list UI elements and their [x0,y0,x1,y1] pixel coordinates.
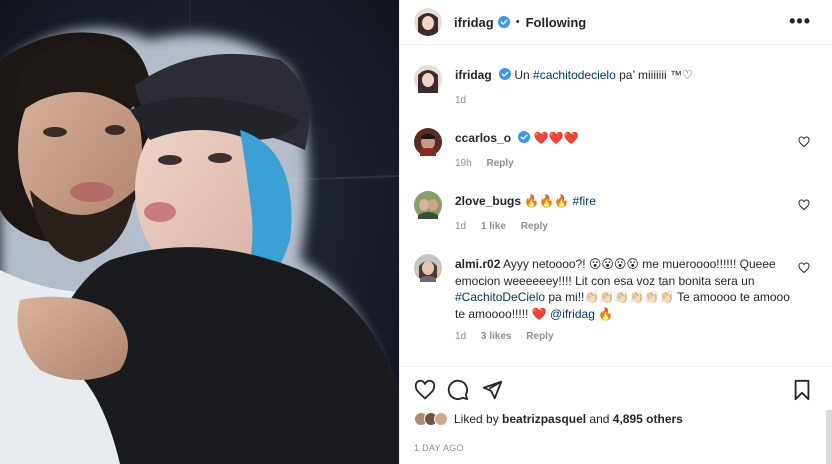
comment-likes[interactable]: 1 like [481,221,506,232]
comment-username[interactable]: ccarlos_o [455,131,511,145]
post-photo[interactable] [0,0,399,464]
comment-body-1: Ayyy netoooo?! 😮😮😮😮 me mueroooo!!!!!! Qu… [455,257,776,288]
caption-hashtag[interactable]: #cachitodecielo [533,68,616,82]
comment-text: almi.r02 Ayyy netoooo?! 😮😮😮😮 me mueroooo… [455,256,795,322]
comment-item: ccarlos_o ❤️❤️❤️ 19h Reply [414,128,824,173]
verified-badge-icon [499,68,512,80]
comment-meta: 19h Reply [455,158,526,169]
likes-summary: Liked by beatrizpasquel and 4,895 others [414,412,683,426]
header-separator: • [515,16,520,28]
comment-body-3: 🔥 [594,306,614,321]
caption-meta: 1d [455,95,478,106]
share-icon[interactable] [481,379,503,401]
comment-mention[interactable]: @ifridag [550,307,595,321]
comment-meta: 1d 3 likes Reply [455,331,566,342]
caption-avatar[interactable] [414,65,442,96]
liked-by-user[interactable]: beatrizpasquel [502,412,586,426]
author-avatar[interactable] [414,8,442,36]
comment-like-heart-icon[interactable] [798,262,810,274]
comment-like-heart-icon[interactable] [798,136,810,148]
comment-reply-button[interactable]: Reply [526,331,553,342]
comment-username[interactable]: 2love_bugs [455,194,521,208]
heart-icon[interactable] [414,379,436,401]
comment-likes[interactable]: 3 likes [481,331,512,342]
comment-like-heart-icon[interactable] [798,199,810,211]
comment-meta: 1d 1 like Reply [455,221,560,232]
post-timestamp: 1 DAY AGO [414,443,464,453]
comment-text: ccarlos_o ❤️❤️❤️ [455,130,795,146]
comment-hashtag[interactable]: #CachitoDeCielo [455,290,545,304]
instagram-post-view: ifridag • Following ••• ifridag Un #cach… [0,0,832,464]
comment-item: almi.r02 Ayyy netoooo?! 😮😮😮😮 me mueroooo… [414,254,824,354]
post-photo-illustration [0,0,399,464]
and-label: and [589,412,610,426]
post-details-panel: ifridag • Following ••• ifridag Un #cach… [399,0,832,464]
comment-avatar[interactable] [414,254,442,285]
panel-edge-scrollbar[interactable] [826,410,832,464]
likes-others[interactable]: 4,895 others [613,412,683,426]
bookmark-icon[interactable] [791,379,813,401]
post-actions-bar: Liked by beatrizpasquel and 4,895 others… [400,366,832,464]
comment-avatar[interactable] [414,191,442,222]
post-caption: ifridag Un #cachitodecielo pa’ miiiiiii … [414,65,824,110]
caption-time: 1d [455,95,467,106]
comment-username[interactable]: almi.r02 [455,257,500,271]
verified-badge-icon [518,131,531,143]
comment-reply-button[interactable]: Reply [486,158,513,169]
caption-text-pre: Un [514,68,534,82]
comment-time: 1d [455,331,467,342]
comment-reply-button[interactable]: Reply [521,221,548,232]
comment-item: 2love_bugs 🔥🔥🔥 #fire 1d 1 like Reply [414,191,824,236]
post-header: ifridag • Following ••• [400,0,832,45]
likes-text: Liked by beatrizpasquel and 4,895 others [454,412,683,426]
comment-avatar[interactable] [414,128,442,159]
comment-icon[interactable] [447,379,469,401]
more-options-icon[interactable]: ••• [789,12,811,30]
comment-body: ❤️❤️❤️ [533,131,579,145]
caption-username[interactable]: ifridag [455,68,492,82]
comment-time: 1d [455,221,467,232]
author-username[interactable]: ifridag [454,15,494,30]
verified-badge-icon [497,16,510,28]
comment-hashtag[interactable]: #fire [573,194,596,208]
caption-text: ifridag Un #cachitodecielo pa’ miiiiiii … [455,67,795,83]
following-button[interactable]: Following [526,15,587,30]
comment-body: 🔥🔥🔥 [524,194,573,208]
liker-avatar[interactable] [434,412,448,426]
comment-time: 19h [455,158,472,169]
comment-text: 2love_bugs 🔥🔥🔥 #fire [455,193,795,209]
caption-text-post: pa’ miiiiiii ™♡ [615,68,693,82]
liked-by-label: Liked by [454,412,499,426]
